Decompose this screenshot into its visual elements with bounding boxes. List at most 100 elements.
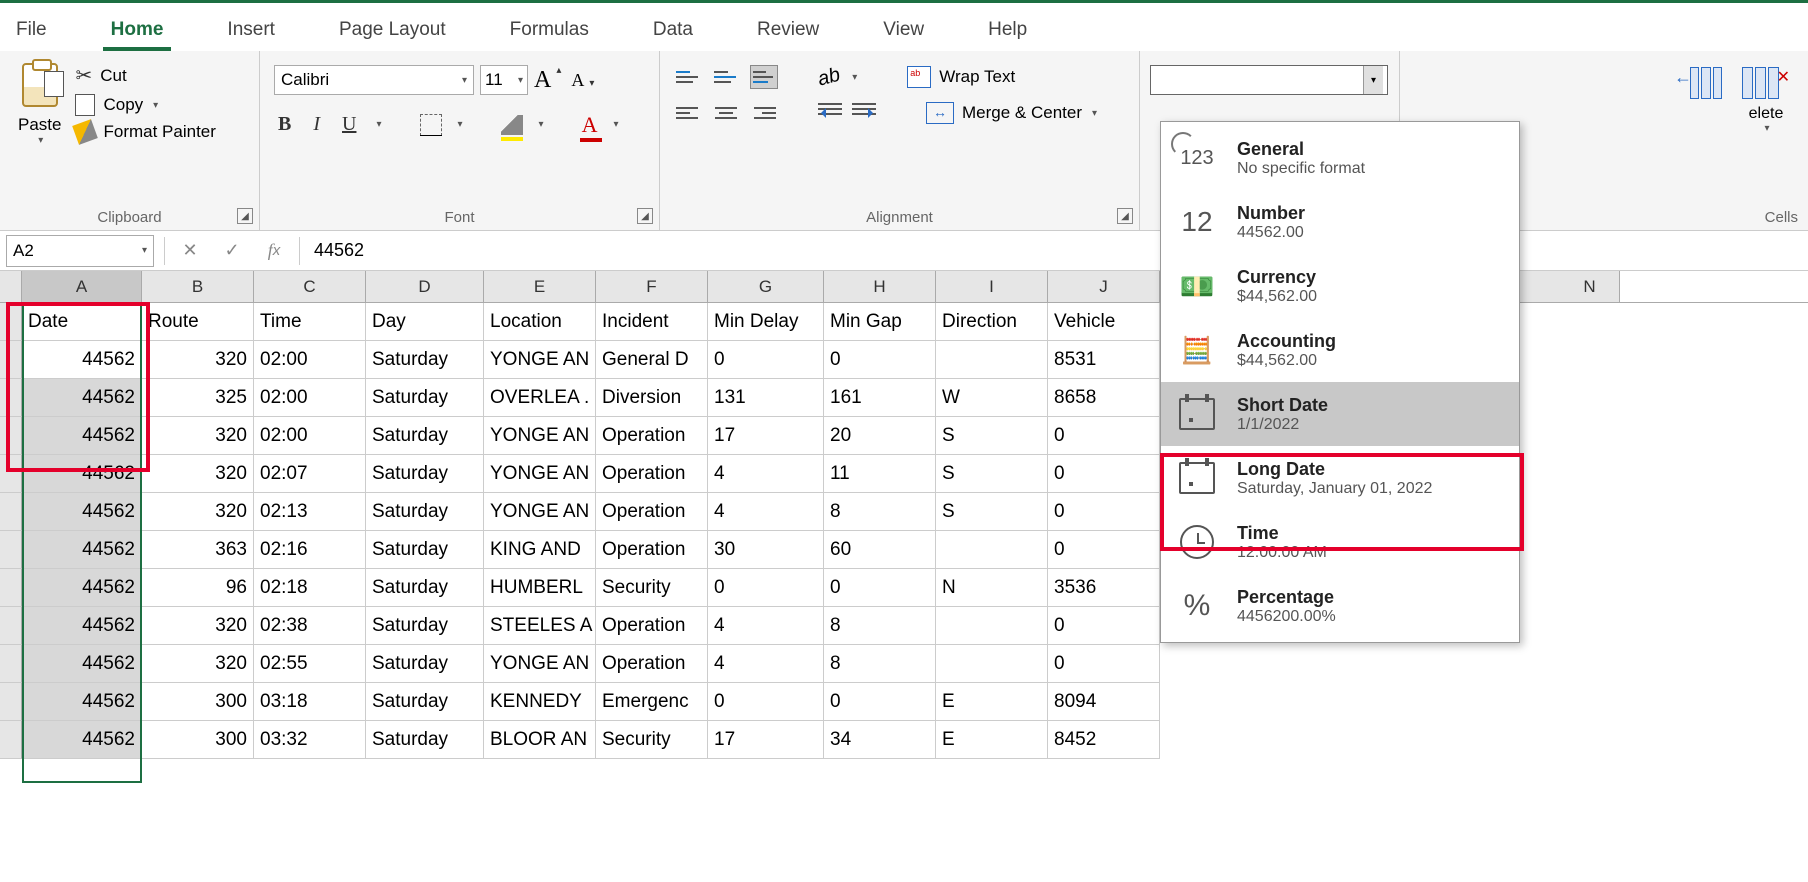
cell[interactable]	[936, 341, 1048, 379]
col-header-j[interactable]: J	[1048, 271, 1160, 302]
cell[interactable]: Operation	[596, 607, 708, 645]
cell[interactable]: KENNEDY	[484, 683, 596, 721]
cell[interactable]: 0	[708, 569, 824, 607]
cell[interactable]: S	[936, 455, 1048, 493]
cell[interactable]: 3536	[1048, 569, 1160, 607]
col-header-d[interactable]: D	[366, 271, 484, 302]
cell-header[interactable]: Min Gap	[824, 303, 936, 341]
cell[interactable]: Saturday	[366, 341, 484, 379]
cell[interactable]: S	[936, 417, 1048, 455]
row-header[interactable]	[0, 531, 22, 569]
cell[interactable]: 8531	[1048, 341, 1160, 379]
cell[interactable]: Operation	[596, 493, 708, 531]
cell[interactable]: 0	[1048, 417, 1160, 455]
cell[interactable]: 02:55	[254, 645, 366, 683]
cell[interactable]: Security	[596, 721, 708, 759]
cell[interactable]: 320	[142, 645, 254, 683]
cell[interactable]: W	[936, 379, 1048, 417]
cell[interactable]	[936, 531, 1048, 569]
name-box[interactable]: A2▾	[6, 235, 154, 267]
cell[interactable]: 02:18	[254, 569, 366, 607]
align-bottom-button[interactable]	[750, 65, 778, 89]
cell[interactable]: 0	[1048, 455, 1160, 493]
format-option-percentage[interactable]: Percentage4456200.00%	[1161, 574, 1519, 638]
row-header[interactable]	[0, 607, 22, 645]
align-right-button[interactable]	[750, 101, 778, 125]
tab-review[interactable]: Review	[749, 13, 827, 51]
tab-help[interactable]: Help	[980, 13, 1035, 51]
cell[interactable]: Operation	[596, 645, 708, 683]
orientation-icon[interactable]: ab	[815, 63, 842, 91]
cell[interactable]: YONGE AN	[484, 417, 596, 455]
cell[interactable]: STEELES A	[484, 607, 596, 645]
row-header[interactable]	[0, 569, 22, 607]
select-all-corner[interactable]	[0, 271, 22, 302]
formula-input[interactable]	[304, 236, 1808, 265]
cell[interactable]: E	[936, 683, 1048, 721]
cell-header[interactable]: Route	[142, 303, 254, 341]
number-format-select[interactable]: ▾	[1150, 65, 1388, 95]
cell[interactable]: 8094	[1048, 683, 1160, 721]
cell[interactable]: Saturday	[366, 683, 484, 721]
cell[interactable]: 0	[708, 683, 824, 721]
fx-icon[interactable]: fx	[259, 236, 289, 266]
cell-header[interactable]: Vehicle	[1048, 303, 1160, 341]
cell[interactable]: 44562	[22, 379, 142, 417]
cell[interactable]	[936, 607, 1048, 645]
cell[interactable]: 8	[824, 493, 936, 531]
cell[interactable]: 02:38	[254, 607, 366, 645]
cell-header[interactable]: Min Delay	[708, 303, 824, 341]
cell[interactable]: 17	[708, 417, 824, 455]
cell[interactable]: 320	[142, 417, 254, 455]
cell[interactable]	[936, 645, 1048, 683]
cell-header[interactable]: Direction	[936, 303, 1048, 341]
cell[interactable]: Saturday	[366, 607, 484, 645]
cell[interactable]: 320	[142, 455, 254, 493]
col-header-c[interactable]: C	[254, 271, 366, 302]
cell[interactable]: Saturday	[366, 455, 484, 493]
cell[interactable]: 320	[142, 607, 254, 645]
cell-header[interactable]: Date	[22, 303, 142, 341]
row-header[interactable]	[0, 417, 22, 455]
cell[interactable]: 44562	[22, 683, 142, 721]
cell[interactable]: 161	[824, 379, 936, 417]
increase-indent-icon[interactable]	[852, 103, 876, 123]
decrease-font-icon[interactable]: A	[571, 70, 584, 91]
col-header-g[interactable]: G	[708, 271, 824, 302]
cell[interactable]: S	[936, 493, 1048, 531]
row-header[interactable]	[0, 645, 22, 683]
cell[interactable]: 44562	[22, 455, 142, 493]
accept-formula-icon[interactable]: ✓	[217, 236, 247, 266]
decrease-indent-icon[interactable]	[818, 103, 842, 123]
col-header-n[interactable]: N	[1560, 271, 1620, 302]
cell[interactable]: 300	[142, 721, 254, 759]
cut-button[interactable]: ✂Cut	[75, 63, 215, 88]
cell[interactable]: 44562	[22, 569, 142, 607]
cell[interactable]: 34	[824, 721, 936, 759]
cell[interactable]: 20	[824, 417, 936, 455]
cell[interactable]: 8	[824, 607, 936, 645]
cell[interactable]: Operation	[596, 531, 708, 569]
row-header[interactable]	[0, 303, 22, 341]
cell[interactable]: 0	[708, 341, 824, 379]
row-header[interactable]	[0, 455, 22, 493]
cell[interactable]: 4	[708, 493, 824, 531]
col-header-b[interactable]: B	[142, 271, 254, 302]
cell[interactable]: Operation	[596, 417, 708, 455]
cell[interactable]: 96	[142, 569, 254, 607]
cell-header[interactable]: Incident	[596, 303, 708, 341]
cell[interactable]: OVERLEA .	[484, 379, 596, 417]
cell[interactable]: 44562	[22, 721, 142, 759]
cell[interactable]: 30	[708, 531, 824, 569]
cell[interactable]: 44562	[22, 341, 142, 379]
cell[interactable]: General D	[596, 341, 708, 379]
paste-button[interactable]: Paste ▾	[10, 59, 69, 226]
cell[interactable]: 4	[708, 645, 824, 683]
cell[interactable]: KING AND	[484, 531, 596, 569]
cell[interactable]: 0	[1048, 493, 1160, 531]
dialog-launcher-icon[interactable]: ◢	[237, 208, 253, 224]
cell[interactable]: Operation	[596, 455, 708, 493]
cell[interactable]: Diversion	[596, 379, 708, 417]
col-header-h[interactable]: H	[824, 271, 936, 302]
cell[interactable]: 0	[824, 341, 936, 379]
